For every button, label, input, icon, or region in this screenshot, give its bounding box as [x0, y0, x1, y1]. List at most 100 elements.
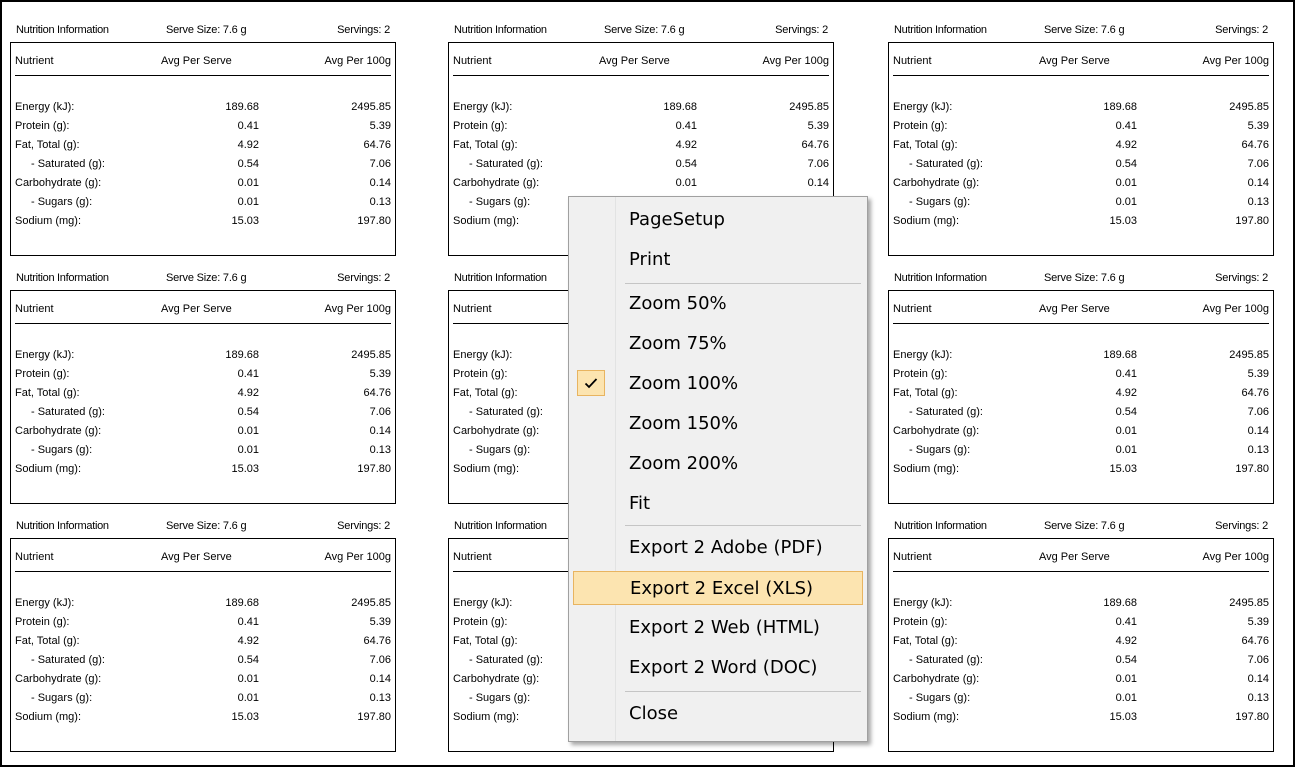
menu-item-zoom-50[interactable]: Zoom 50% — [573, 287, 863, 321]
nutrient-label: Carbohydrate (g): — [893, 673, 980, 685]
menu-item-label: Export 2 Adobe (PDF) — [629, 537, 823, 558]
table-row: - Saturated (g): 0.54 7.06 — [889, 156, 1273, 173]
table-row: Fat, Total (g): 4.92 64.76 — [889, 633, 1273, 650]
table-row: Fat, Total (g): 4.92 64.76 — [889, 385, 1273, 402]
nutrient-label: - Sugars (g): — [31, 692, 93, 704]
header-divider — [15, 75, 391, 76]
per-serve-value: 189.68 — [225, 349, 259, 361]
table-row: - Saturated (g): 0.54 7.06 — [889, 404, 1273, 421]
table-row: Fat, Total (g): 4.92 64.76 — [11, 137, 395, 154]
per-serve-value: 189.68 — [1103, 349, 1137, 361]
menu-item-print[interactable]: Print — [573, 243, 863, 277]
nutrient-label: Sodium (mg): — [15, 711, 82, 723]
per-100g-value: 64.76 — [1241, 635, 1269, 647]
table-row: - Saturated (g): 0.54 7.06 — [11, 404, 395, 421]
per-100g-value: 5.39 — [1247, 616, 1269, 628]
nutrient-label: Protein (g): — [15, 120, 70, 132]
per-100g-value: 0.14 — [369, 177, 391, 189]
menu-item-close[interactable]: Close — [573, 697, 863, 731]
nutrient-label: Sodium (mg): — [893, 463, 960, 475]
nutrient-label: Sodium (mg): — [15, 215, 82, 227]
per-100g-value: 64.76 — [1241, 139, 1269, 151]
menu-item-export-pdf[interactable]: Export 2 Adobe (PDF) — [573, 531, 863, 565]
per-100g-value: 2495.85 — [789, 101, 829, 113]
per-serve-value: 4.92 — [1115, 635, 1137, 647]
menu-item-label: Zoom 100% — [629, 373, 739, 394]
column-header-per-serve: Avg Per Serve — [161, 303, 232, 315]
per-serve-value: 0.01 — [1115, 177, 1137, 189]
per-serve-value: 0.54 — [675, 158, 697, 170]
per-serve-value: 189.68 — [225, 101, 259, 113]
nutrient-label: Carbohydrate (g): — [893, 177, 980, 189]
per-serve-value: 0.01 — [237, 177, 259, 189]
servings-label: Servings: 2 — [1215, 24, 1268, 36]
column-header-per-serve: Avg Per Serve — [599, 55, 670, 67]
nutrient-label: Sodium (mg): — [893, 215, 960, 227]
nutrition-table: Nutrient Avg Per Serve Avg Per 100g Ener… — [10, 42, 396, 256]
table-row: Sodium (mg): 15.03 197.80 — [889, 709, 1273, 726]
nutrition-panel: Nutrition Information Serve Size: 7.6 g … — [10, 516, 396, 752]
per-100g-value: 7.06 — [369, 654, 391, 666]
nutrition-panel: Nutrition Information Serve Size: 7.6 g … — [10, 268, 396, 504]
column-header-per-serve: Avg Per Serve — [1039, 55, 1110, 67]
table-row: Energy (kJ): 189.68 2495.85 — [11, 347, 395, 364]
column-header-per-serve: Avg Per Serve — [161, 551, 232, 563]
per-100g-value: 197.80 — [357, 711, 391, 723]
table-row: Energy (kJ): 189.68 2495.85 — [889, 595, 1273, 612]
per-100g-value: 197.80 — [1235, 463, 1269, 475]
menu-item-label: Zoom 200% — [629, 453, 739, 474]
table-row: - Sugars (g): 0.01 0.13 — [11, 442, 395, 459]
per-100g-value: 197.80 — [357, 215, 391, 227]
column-header-per-100g: Avg Per 100g — [1202, 551, 1269, 563]
nutrient-label: Fat, Total (g): — [453, 635, 518, 647]
column-header-nutrient: Nutrient — [453, 303, 492, 315]
menu-item-zoom-200[interactable]: Zoom 200% — [573, 447, 863, 481]
table-row: Carbohydrate (g): 0.01 0.14 — [889, 175, 1273, 192]
menu-item-label: PageSetup — [629, 209, 725, 230]
table-row: Sodium (mg): 15.03 197.80 — [11, 213, 395, 230]
column-header-per-serve: Avg Per Serve — [161, 55, 232, 67]
nutrient-label: Sodium (mg): — [453, 215, 520, 227]
menu-item-zoom-150[interactable]: Zoom 150% — [573, 407, 863, 441]
nutrient-label: Protein (g): — [893, 368, 948, 380]
nutrient-label: Energy (kJ): — [893, 101, 953, 113]
table-row: Carbohydrate (g): 0.01 0.14 — [11, 423, 395, 440]
per-100g-value: 7.06 — [1247, 158, 1269, 170]
table-row: Sodium (mg): 15.03 197.80 — [889, 461, 1273, 478]
per-100g-value: 0.14 — [1247, 425, 1269, 437]
per-serve-value: 4.92 — [1115, 139, 1137, 151]
menu-item-export-xls[interactable]: Export 2 Excel (XLS) — [573, 571, 863, 605]
per-100g-value: 197.80 — [1235, 711, 1269, 723]
per-100g-value: 0.13 — [369, 444, 391, 456]
per-serve-value: 0.01 — [675, 177, 697, 189]
table-row: Fat, Total (g): 4.92 64.76 — [889, 137, 1273, 154]
per-serve-value: 4.92 — [1115, 387, 1137, 399]
column-header-per-100g: Avg Per 100g — [1202, 303, 1269, 315]
nutrient-label: - Saturated (g): — [469, 406, 543, 418]
column-header-per-100g: Avg Per 100g — [762, 55, 829, 67]
per-serve-value: 15.03 — [231, 711, 259, 723]
nutrient-label: - Saturated (g): — [909, 406, 983, 418]
panel-header: Nutrition Information Serve Size: 7.6 g … — [448, 20, 834, 42]
per-serve-value: 4.92 — [675, 139, 697, 151]
nutrient-label: Fat, Total (g): — [893, 139, 958, 151]
per-serve-value: 0.01 — [237, 673, 259, 685]
menu-item-fit[interactable]: Fit — [573, 487, 863, 521]
column-header-nutrient: Nutrient — [893, 551, 932, 563]
per-100g-value: 0.14 — [1247, 673, 1269, 685]
menu-item-zoom-100[interactable]: Zoom 100% — [573, 367, 863, 401]
panel-header: Nutrition Information Serve Size: 7.6 g … — [888, 516, 1274, 538]
menu-item-export-doc[interactable]: Export 2 Word (DOC) — [573, 651, 863, 685]
column-header-nutrient: Nutrient — [893, 55, 932, 67]
nutrition-panel: Nutrition Information Serve Size: 7.6 g … — [888, 20, 1274, 256]
menu-item-export-html[interactable]: Export 2 Web (HTML) — [573, 611, 863, 645]
nutrient-label: - Sugars (g): — [909, 692, 971, 704]
per-serve-value: 15.03 — [231, 463, 259, 475]
table-row: Protein (g): 0.41 5.39 — [11, 366, 395, 383]
servings-label: Servings: 2 — [1215, 272, 1268, 284]
header-divider — [15, 323, 391, 324]
panel-title: Nutrition Information — [454, 24, 547, 36]
servings-label: Servings: 2 — [1215, 520, 1268, 532]
menu-item-zoom-75[interactable]: Zoom 75% — [573, 327, 863, 361]
menu-item-page-setup[interactable]: PageSetup — [573, 203, 863, 237]
